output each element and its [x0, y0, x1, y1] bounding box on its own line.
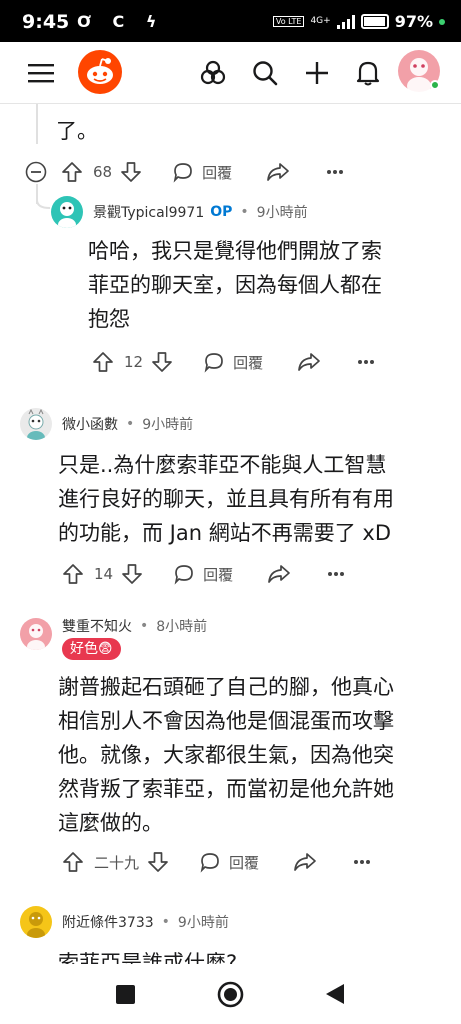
more-options-icon[interactable] [353, 859, 371, 865]
vote-count: 68 [93, 163, 113, 181]
comment-time: 9小時前 [142, 417, 194, 433]
more-options-icon[interactable] [357, 359, 375, 365]
comment-time: 8小時前 [156, 619, 208, 635]
comment-text: 謝普搬起石頭砸了自己的腳，他真心 相信別人不會因為他是個混蛋而攻擊 他。就像，大… [58, 675, 394, 835]
back-icon[interactable] [325, 983, 345, 1009]
reddit-logo[interactable] [78, 50, 122, 94]
vote-count: 12 [124, 353, 144, 371]
comment-text: 索菲亞是誰或什麼? [58, 951, 238, 964]
downvote-icon[interactable] [151, 351, 173, 373]
reply-label: 回覆 [202, 163, 233, 182]
status-bar: 9:45 Ơ C ϟ Vo LTE 4G+ 97% [0, 0, 461, 42]
comment-text: 哈哈，我只是覺得他們開放了索 菲亞的聊天室，因為每個人都在 抱怨 [88, 239, 382, 331]
reply-button[interactable]: 回覆 [173, 563, 233, 585]
share-icon[interactable] [266, 161, 290, 183]
add-icon[interactable] [302, 58, 332, 88]
reply-label: 回覆 [233, 353, 264, 372]
comment-text: 了。 [56, 119, 98, 143]
network-type: 4G+ [310, 16, 331, 26]
reply-icon [204, 353, 223, 373]
comment-list[interactable]: 了。 68 回覆 景觀Typical9971 OP • 9小時前 哈哈，我只是覺… [0, 104, 461, 964]
system-nav-bar [0, 964, 461, 1024]
share-icon[interactable] [293, 851, 317, 873]
downvote-icon[interactable] [147, 851, 169, 873]
signal-icon [336, 14, 355, 29]
author-name[interactable]: 微小函數 [62, 414, 118, 434]
share-icon[interactable] [297, 351, 321, 373]
reply-icon [200, 853, 219, 873]
reply-icon [174, 565, 193, 585]
hamburger-icon[interactable] [26, 58, 56, 88]
home-icon[interactable] [217, 981, 244, 1012]
user-avatar[interactable] [398, 50, 440, 95]
thread-branch [36, 194, 51, 209]
share-icon[interactable] [267, 563, 291, 585]
comment-actions: 二十九 回覆 [62, 850, 371, 874]
comment-meta: 景觀Typical9971 OP • 9小時前 [93, 202, 308, 222]
comment-actions: 12 回覆 [92, 350, 375, 374]
upvote-icon[interactable] [61, 161, 83, 183]
downvote-icon[interactable] [121, 563, 143, 585]
avatar[interactable] [20, 906, 52, 938]
reply-icon [173, 163, 192, 183]
reply-label: 回覆 [229, 853, 260, 872]
online-indicator [430, 80, 440, 90]
more-options-icon[interactable] [326, 169, 344, 175]
reply-button[interactable]: 回覆 [172, 161, 232, 183]
comment-time: 9小時前 [177, 915, 229, 931]
author-name[interactable]: 附近條件3733 [62, 912, 154, 932]
comment-meta: 附近條件3733 • 9小時前 [62, 912, 229, 932]
reply-button[interactable]: 回覆 [203, 351, 263, 373]
reply-button[interactable]: 回覆 [199, 851, 259, 873]
op-badge: OP [210, 204, 233, 220]
user-flair: 好色😨 [62, 638, 121, 660]
bell-icon[interactable] [353, 58, 383, 88]
avatar[interactable] [20, 618, 52, 650]
comment-actions: 14 回覆 [62, 562, 345, 586]
avatar[interactable] [51, 196, 83, 228]
downvote-icon[interactable] [120, 161, 142, 183]
comment-meta: 雙重不知火 • 8小時前 [62, 616, 208, 636]
vote-count: 14 [94, 565, 114, 583]
notification-icons: Ơ C ϟ [77, 12, 165, 31]
upvote-icon[interactable] [62, 563, 84, 585]
comment-text: 只是..為什麼索菲亞不能與人工智慧 進行良好的聊天，並且具有所有有用 的功能，而… [58, 453, 394, 545]
battery-icon [360, 14, 389, 29]
upvote-icon[interactable] [62, 851, 84, 873]
recents-icon[interactable] [116, 985, 135, 1008]
status-right: Vo LTE 4G+ 97% [272, 12, 445, 31]
avatar[interactable] [20, 408, 52, 440]
thread-line[interactable] [36, 104, 38, 144]
volte-icon: Vo LTE [272, 16, 305, 27]
vote-count: 二十九 [94, 853, 140, 872]
collapse-icon[interactable] [25, 161, 47, 183]
comment-meta: 微小函數 • 9小時前 [62, 414, 194, 434]
status-time: 9:45 [22, 11, 70, 33]
author-name[interactable]: 雙重不知火 [62, 616, 132, 636]
reply-label: 回覆 [203, 565, 234, 584]
comment-time: 9小時前 [256, 205, 308, 221]
search-icon[interactable] [250, 58, 280, 88]
upvote-icon[interactable] [92, 351, 114, 373]
comment-actions: 68 回覆 [25, 160, 344, 184]
battery-percent: 97% [394, 12, 433, 31]
app-bar [0, 42, 461, 104]
communities-icon[interactable] [198, 58, 228, 88]
charging-dot [439, 18, 445, 25]
author-name[interactable]: 景觀Typical9971 [93, 202, 204, 222]
more-options-icon[interactable] [327, 571, 345, 577]
